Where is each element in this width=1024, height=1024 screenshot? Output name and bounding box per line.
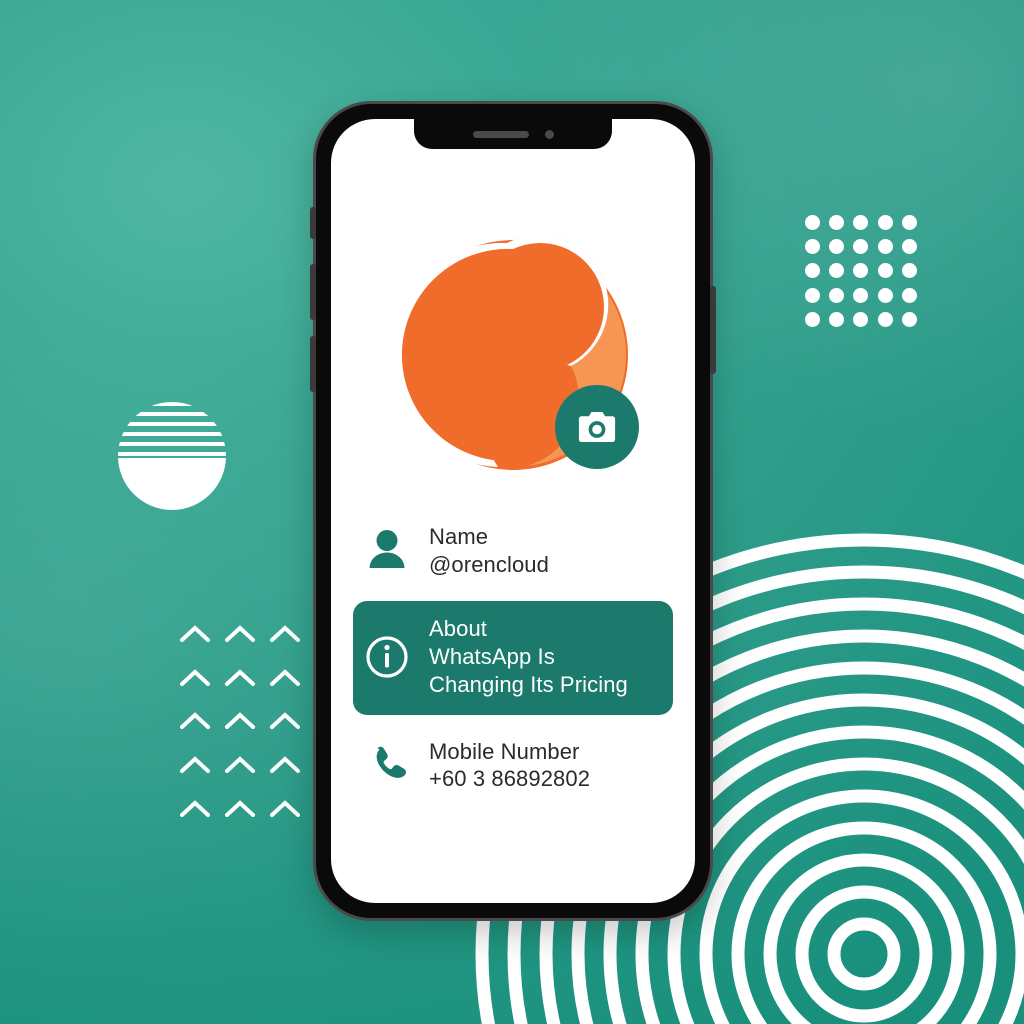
chevron-up-icon	[269, 756, 300, 774]
dot	[853, 263, 869, 279]
name-value: @orencloud	[429, 551, 549, 577]
dot	[902, 312, 918, 328]
avatar[interactable]	[395, 237, 639, 473]
chevron-up-icon	[269, 669, 300, 686]
profile-details: Name @orencloud About WhatsApp Is Changi…	[331, 519, 695, 797]
chevron-up-icon	[179, 799, 210, 817]
dot	[804, 312, 820, 328]
profile-row-text: Mobile Number +60 3 86892802	[429, 738, 661, 793]
dot	[902, 263, 918, 279]
striped-circle-shape	[118, 402, 226, 510]
poster-canvas: Name @orencloud About WhatsApp Is Changi…	[0, 0, 1024, 1024]
chevron-pattern	[172, 612, 307, 830]
chevron-up-icon	[179, 712, 210, 730]
front-camera-icon	[544, 129, 554, 139]
mobile-number-label: Mobile Number	[429, 738, 580, 764]
chevron-up-icon	[179, 756, 210, 774]
dot	[829, 214, 845, 230]
profile-row-mobile[interactable]: Mobile Number +60 3 86892802	[353, 734, 673, 797]
dot	[902, 214, 918, 230]
dot	[853, 214, 869, 230]
about-label: About	[429, 616, 487, 642]
mobile-number-value: +60 3 86892802	[429, 766, 591, 792]
silent-switch-button[interactable]	[310, 207, 316, 239]
name-label: Name	[429, 524, 489, 549]
volume-up-button[interactable]	[310, 264, 316, 320]
phone-icon	[365, 738, 409, 782]
person-icon	[365, 523, 409, 569]
dot	[877, 312, 893, 328]
profile-row-text: Name @orencloud	[429, 523, 661, 578]
about-card[interactable]: About WhatsApp Is Changing Its Pricing	[353, 601, 673, 715]
dot	[804, 239, 820, 255]
striped-circle-top	[118, 402, 226, 459]
chevron-up-icon	[224, 669, 255, 686]
chevron-up-icon	[269, 625, 300, 643]
chevron-up-icon	[224, 712, 255, 730]
volume-down-button[interactable]	[310, 336, 316, 392]
power-button[interactable]	[710, 286, 716, 374]
profile-row-name[interactable]: Name @orencloud	[353, 519, 673, 582]
dot	[902, 287, 918, 303]
dot	[853, 239, 869, 255]
chevron-up-icon	[269, 799, 300, 817]
chevron-up-icon	[224, 625, 255, 643]
dot	[877, 287, 893, 303]
striped-circle-bottom	[118, 458, 226, 510]
dot	[804, 263, 820, 279]
dot	[877, 263, 893, 279]
chevron-up-icon	[224, 799, 255, 817]
dot-grid-pattern	[800, 210, 922, 332]
phone-screen: Name @orencloud About WhatsApp Is Changi…	[331, 119, 695, 903]
chevron-up-icon	[224, 756, 255, 774]
dot	[853, 312, 869, 328]
earpiece-speaker-icon	[472, 130, 529, 138]
info-icon	[365, 635, 409, 679]
chevron-up-icon	[269, 712, 300, 730]
dot	[877, 239, 893, 255]
change-photo-button[interactable]	[555, 385, 639, 469]
dot	[829, 239, 845, 255]
phone-mockup: Name @orencloud About WhatsApp Is Changi…	[310, 101, 716, 921]
chevron-up-icon	[179, 669, 210, 686]
dot	[829, 287, 845, 303]
about-value-line2: Changing Its Pricing	[429, 671, 628, 697]
dot	[829, 312, 845, 328]
chevron-up-icon	[179, 625, 210, 643]
dot	[804, 287, 820, 303]
dot	[829, 263, 845, 279]
dot	[877, 214, 893, 230]
dot	[804, 214, 820, 230]
dot	[853, 287, 869, 303]
about-value-line1: WhatsApp Is	[429, 644, 555, 670]
about-card-text: About WhatsApp Is Changing Its Pricing	[429, 615, 628, 698]
dot	[902, 239, 918, 255]
notch	[414, 119, 612, 149]
camera-icon	[578, 412, 616, 442]
